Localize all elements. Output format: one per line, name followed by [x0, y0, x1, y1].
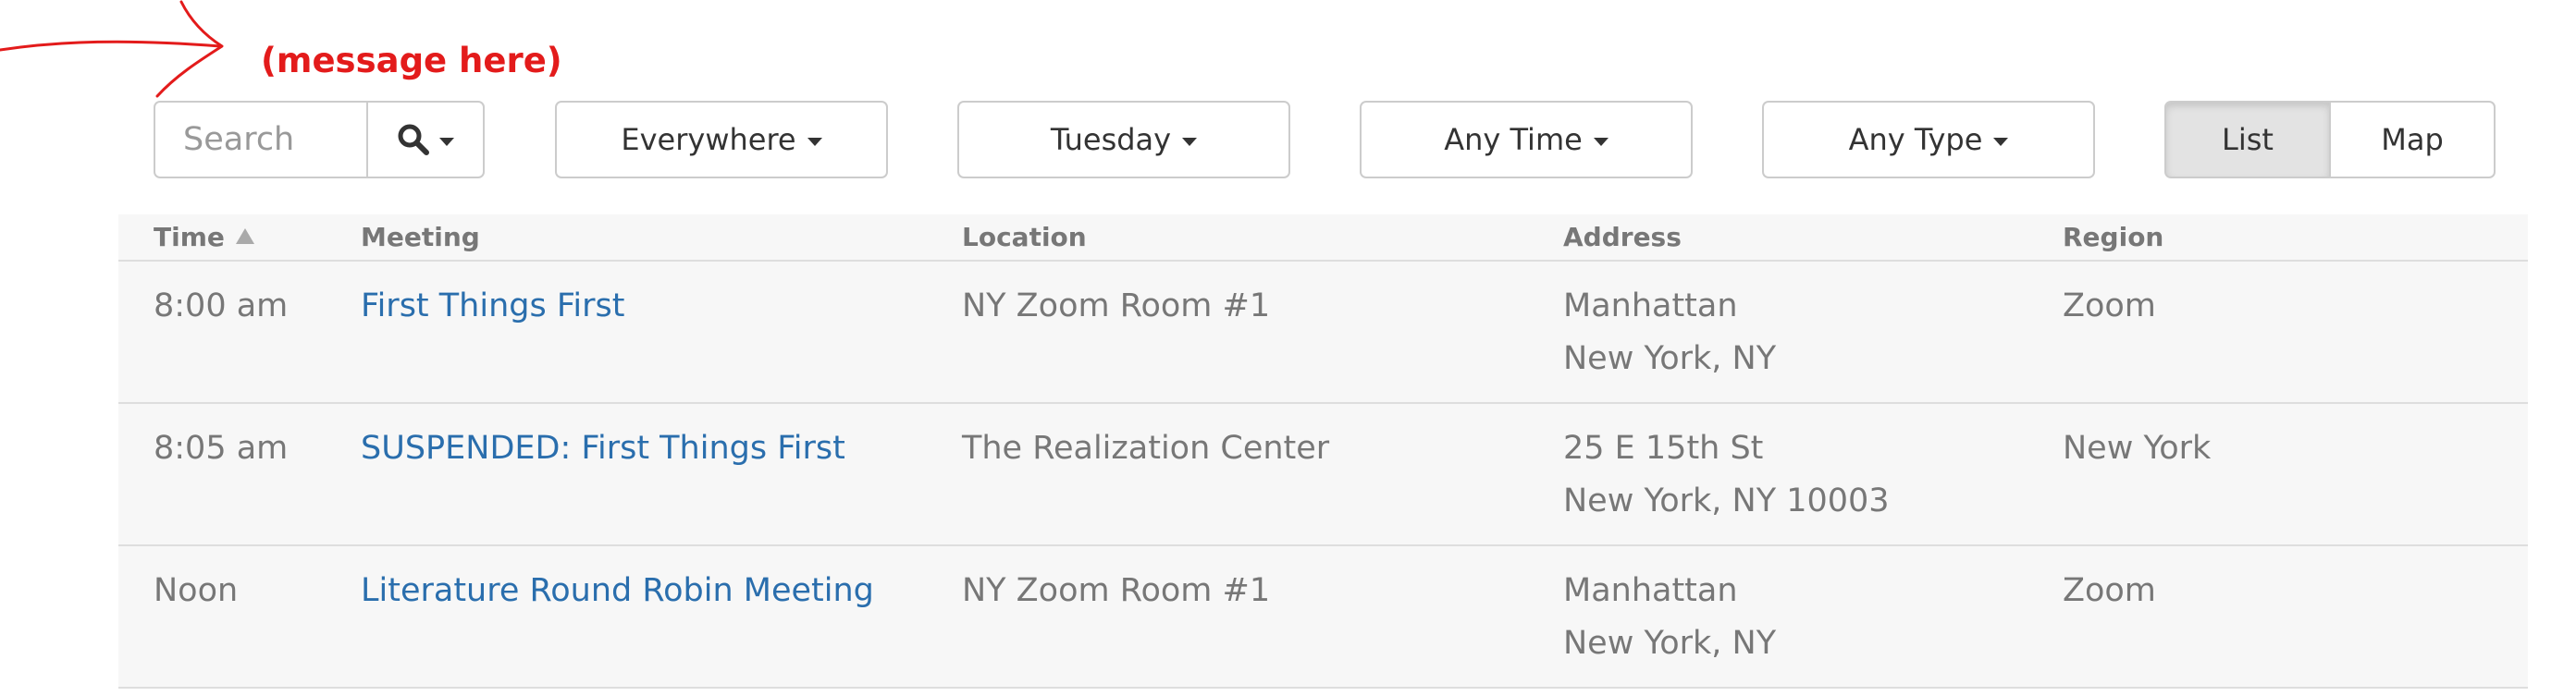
meeting-location: NY Zoom Room #1: [962, 287, 1271, 324]
meeting-time: 8:05 am: [154, 430, 289, 467]
time-dropdown-label: Any Time: [1444, 122, 1583, 157]
annotation-arrow-icon: [0, 0, 224, 98]
address-line-1: Manhattan: [1563, 287, 1738, 324]
address-line-2: New York, NY: [1563, 340, 1777, 377]
address-line-2: New York, NY: [1563, 625, 1777, 662]
annotation-message: (message here): [261, 41, 562, 80]
meetings-table: Time Meeting Location Address Region 8:0…: [118, 214, 2528, 689]
table-row: 8:00 am First Things First NY Zoom Room …: [118, 262, 2528, 404]
meeting-link[interactable]: First Things First: [361, 280, 625, 333]
table-row: Noon Literature Round Robin Meeting NY Z…: [118, 546, 2528, 689]
search-input[interactable]: [154, 101, 368, 178]
chevron-down-icon: [1182, 137, 1198, 146]
column-header-region[interactable]: Region: [2063, 214, 2163, 260]
chevron-down-icon: [1593, 137, 1608, 146]
meeting-address: Manhattan New York, NY: [1563, 280, 1776, 385]
chevron-down-icon: [807, 137, 822, 146]
column-header-address[interactable]: Address: [1563, 214, 1682, 260]
column-header-meeting[interactable]: Meeting: [361, 214, 480, 260]
column-header-location[interactable]: Location: [962, 214, 1087, 260]
meeting-region: Zoom: [2063, 572, 2156, 609]
chevron-down-icon: [439, 137, 454, 146]
type-dropdown[interactable]: Any Type: [1762, 101, 2095, 178]
meeting-location: The Realization Center: [962, 430, 1330, 467]
sort-ascending-icon: [235, 228, 254, 244]
address-line-2: New York, NY 10003: [1563, 482, 1890, 519]
column-header-time-label: Time: [154, 222, 225, 252]
meeting-time: Noon: [154, 572, 239, 609]
region-dropdown[interactable]: Everywhere: [555, 101, 888, 178]
column-header-time[interactable]: Time: [154, 214, 254, 260]
address-line-1: 25 E 15th St: [1563, 430, 1764, 467]
chevron-down-icon: [1993, 137, 2009, 146]
search-icon: [398, 124, 429, 155]
table-header: Time Meeting Location Address Region: [118, 214, 2528, 262]
list-view-button[interactable]: List: [2164, 101, 2331, 178]
region-dropdown-label: Everywhere: [621, 122, 796, 157]
table-row: 8:05 am SUSPENDED: First Things First Th…: [118, 404, 2528, 546]
search-group: [154, 101, 485, 178]
time-dropdown[interactable]: Any Time: [1360, 101, 1693, 178]
day-dropdown-label: Tuesday: [1050, 122, 1172, 157]
filter-bar: Everywhere Tuesday Any Time Any Type Lis…: [154, 101, 2497, 178]
day-dropdown[interactable]: Tuesday: [957, 101, 1290, 178]
meeting-region: Zoom: [2063, 287, 2156, 324]
type-dropdown-label: Any Type: [1848, 122, 1983, 157]
map-view-button[interactable]: Map: [2329, 101, 2496, 178]
meeting-link[interactable]: Literature Round Robin Meeting: [361, 565, 874, 617]
search-mode-button[interactable]: [366, 101, 485, 178]
meeting-location: NY Zoom Room #1: [962, 572, 1271, 609]
meeting-address: 25 E 15th St New York, NY 10003: [1563, 422, 1890, 528]
meeting-address: Manhattan New York, NY: [1563, 565, 1776, 670]
meeting-time: 8:00 am: [154, 287, 289, 324]
view-toggle: List Map: [2164, 101, 2497, 178]
address-line-1: Manhattan: [1563, 572, 1738, 609]
meeting-link[interactable]: SUSPENDED: First Things First: [361, 422, 845, 475]
meeting-region: New York: [2063, 430, 2212, 467]
